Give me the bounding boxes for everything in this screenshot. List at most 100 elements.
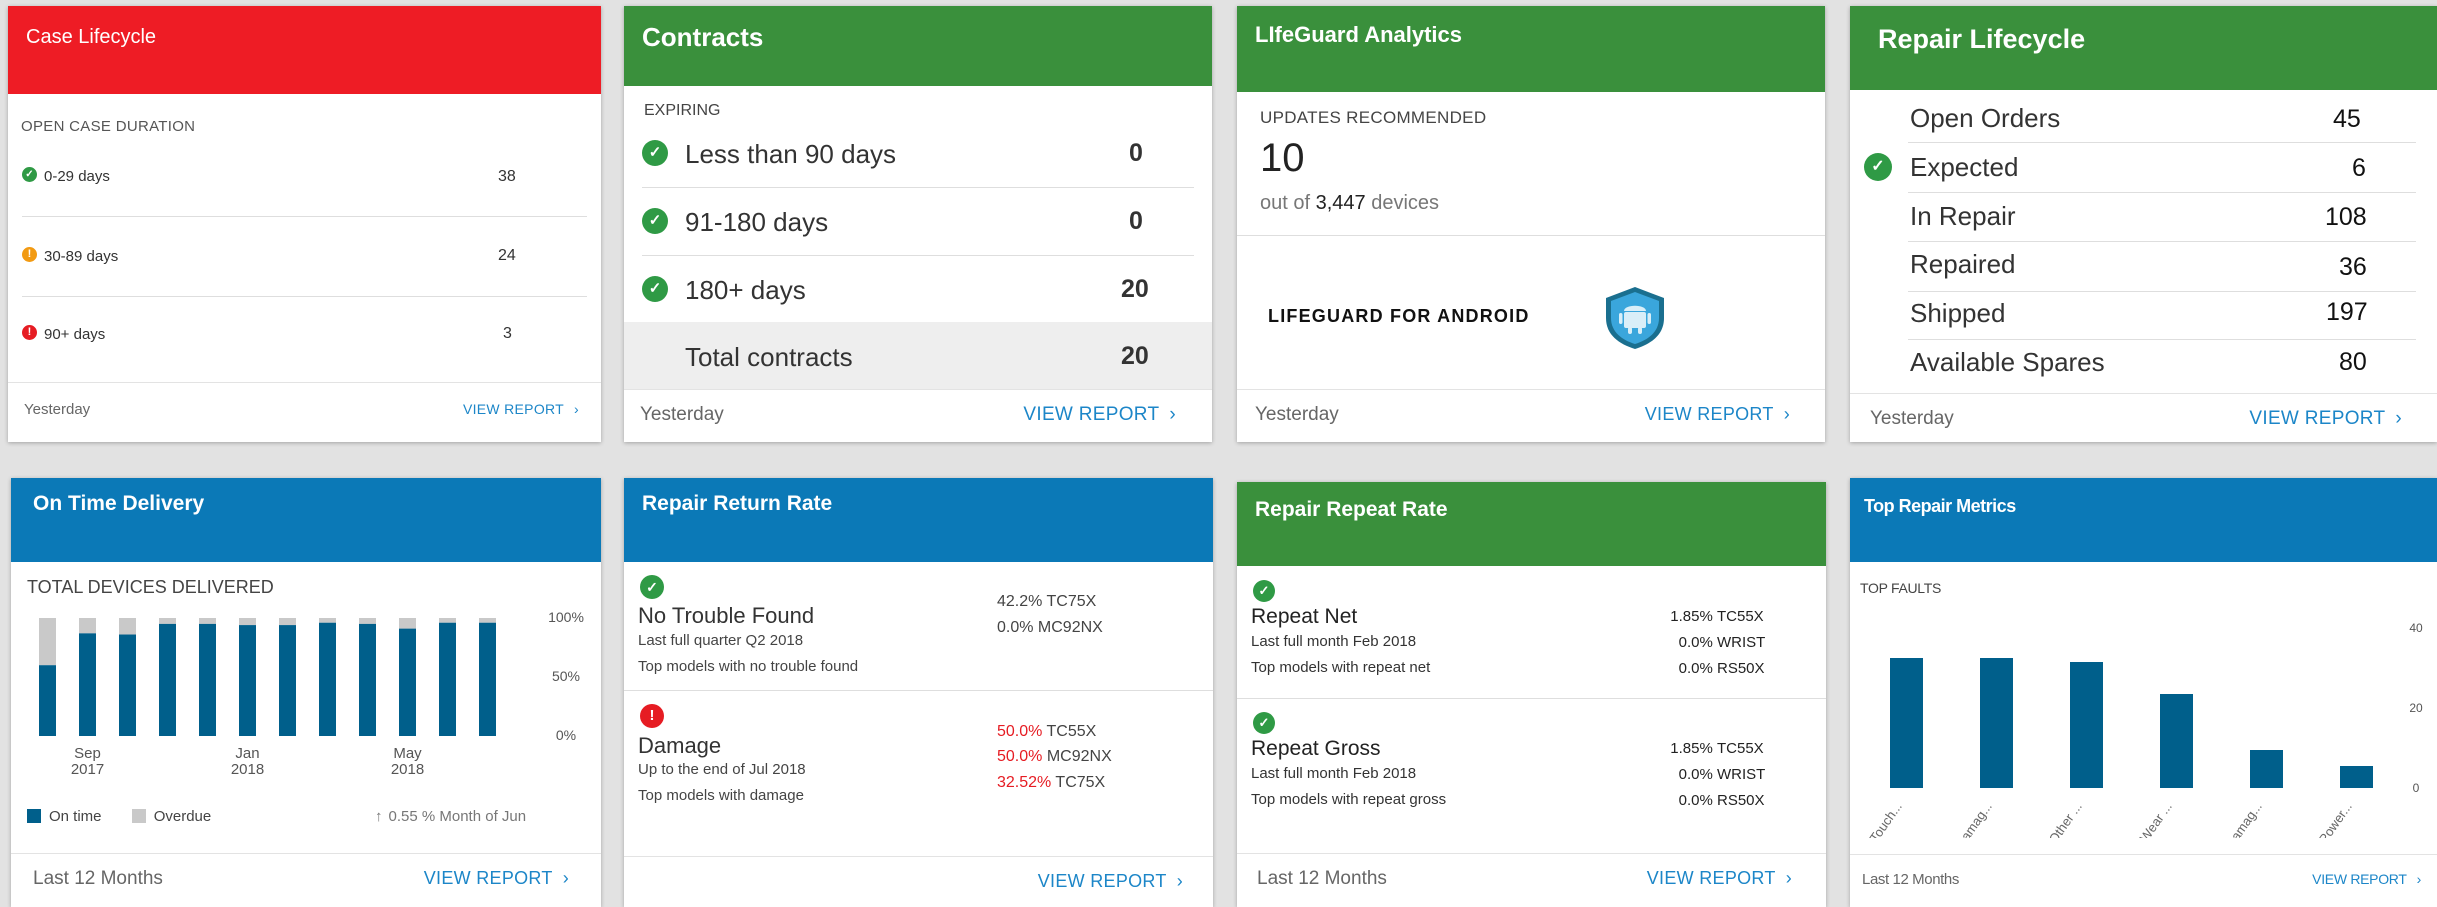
x-tick-label: May (393, 745, 422, 762)
bar-on-time (359, 623, 376, 736)
view-report-label: VIEW REPORT (2249, 408, 2386, 429)
card-footer: Yesterday VIEW REPORT › (624, 389, 1212, 442)
divider (1908, 291, 2416, 292)
model-pct: 32.52% (997, 774, 1052, 791)
total-value: 20 (1121, 342, 1149, 370)
view-report-link[interactable]: VIEW REPORT › (1645, 404, 1790, 425)
bar-on-time (239, 625, 256, 736)
card-footer: Last 12 Months VIEW REPORT › (1850, 854, 2437, 907)
error-icon: ! (22, 325, 37, 340)
x-tick-label: Other ... (2046, 799, 2085, 838)
check-circle-icon: ✓ (22, 167, 37, 182)
model-row: 50.0% TC55X (997, 723, 1096, 741)
lifeguard-header: LIfeGuard Analytics (1237, 6, 1825, 92)
card-footer: Last 12 Months VIEW REPORT › (11, 853, 601, 907)
x-tick-label: 2017 (71, 761, 104, 778)
view-report-link[interactable]: VIEW REPORT › (2249, 408, 2402, 430)
row-value: 108 (2325, 203, 2367, 231)
repair-return-header: Repair Return Rate (624, 478, 1213, 562)
check-circle-icon: ✓ (642, 208, 668, 234)
card-subtitle: TOTAL DEVICES DELIVERED (27, 577, 274, 597)
bar-on-time (199, 623, 216, 736)
model-row: 1.85% TC55X (1597, 740, 1777, 757)
view-report-link[interactable]: VIEW REPORT › (463, 401, 579, 417)
model-pct: 0.0% (997, 619, 1034, 636)
view-report-link[interactable]: VIEW REPORT › (1038, 871, 1183, 892)
android-label: LIFEGUARD FOR ANDROID (1268, 306, 1530, 326)
trend-text: ↑ 0.55 % Month of Jun (375, 808, 526, 825)
card-title: Contracts (642, 22, 764, 52)
row-value: 24 (498, 247, 516, 264)
model-row: 0.0% RS50X (1597, 660, 1777, 677)
view-report-label: VIEW REPORT (1023, 404, 1160, 425)
section-note: Top models with repeat net (1251, 659, 1431, 676)
row-label: 180+ days (685, 275, 806, 305)
view-report-link[interactable]: VIEW REPORT › (2312, 871, 2421, 887)
total-label: Total contracts (685, 342, 853, 372)
model-pct: 42.2% (997, 593, 1043, 610)
y-tick-label: 40 (2409, 621, 2423, 635)
model-pct: 0.0% (1678, 766, 1713, 783)
check-circle-icon: ✓ (640, 575, 664, 599)
row-value: 0 (1129, 139, 1143, 167)
model-pct: 1.85% (1670, 740, 1713, 757)
view-report-link[interactable]: VIEW REPORT › (1647, 868, 1792, 889)
chevron-right-icon: › (2416, 871, 2422, 887)
view-report-link[interactable]: VIEW REPORT › (424, 868, 569, 889)
bar-overdue (479, 618, 496, 623)
bar-overdue (199, 618, 216, 624)
model-name: TC55X (1717, 740, 1764, 757)
repair-return-card: Repair Return Rate ✓ No Trouble Found La… (624, 478, 1213, 907)
view-report-label: VIEW REPORT (1037, 871, 1167, 891)
row-value: 3 (503, 325, 512, 342)
row-label: Repaired (1910, 249, 2016, 279)
model-name: TC75X (1046, 593, 1097, 610)
row-label: Open Orders (1910, 103, 2061, 133)
y-tick-label: 100% (548, 609, 584, 625)
card-title: On Time Delivery (33, 492, 205, 515)
row-value: 197 (2326, 298, 2368, 326)
top-repair-header: Top Repair Metrics (1850, 478, 2437, 562)
check-circle-icon: ✓ (1253, 712, 1275, 734)
footer-period: Last 12 Months (1862, 871, 1959, 888)
row-value: 20 (1121, 275, 1149, 303)
model-pct: 0.0% (1678, 634, 1713, 651)
top-repair-card: Top Repair Metrics TOP FAULTS 40 20 0 Touc… (1850, 478, 2437, 907)
chevron-right-icon: › (1176, 871, 1183, 891)
check-circle-icon: ✓ (1253, 580, 1275, 602)
bar-on-time (279, 625, 296, 736)
x-tick-label: 2018 (231, 761, 264, 778)
bar-on-time (399, 628, 416, 736)
model-pct: 0.0% (1678, 660, 1713, 677)
repair-lifecycle-card: Repair Lifecycle Open Orders 45 ✓ Expect… (1850, 6, 2437, 442)
bar-on-time (479, 622, 496, 736)
bar-overdue (119, 618, 136, 635)
row-value: 45 (2333, 105, 2361, 133)
row-value: 38 (498, 168, 516, 185)
row-value: 36 (2339, 253, 2367, 281)
section-label: No Trouble Found (638, 603, 815, 628)
card-title: Top Repair Metrics (1864, 496, 2016, 516)
bar-overdue (39, 618, 56, 666)
bar-on-time (439, 622, 456, 736)
model-pct: 1.85% (1670, 608, 1713, 625)
faults-chart: 40 20 0 Touch... Damag... Other ... Wear ... D… (1867, 621, 2423, 838)
view-report-label: VIEW REPORT (423, 868, 553, 888)
on-time-delivery-card: On Time Delivery TOTAL DEVICES DELIVERED… (11, 478, 601, 907)
y-tick-label: 0% (556, 727, 576, 743)
section-label: Repeat Gross (1251, 737, 1381, 760)
repair-repeat-header: Repair Repeat Rate (1237, 482, 1826, 566)
card-title: Case Lifecycle (26, 26, 157, 48)
view-report-link[interactable]: VIEW REPORT › (1023, 404, 1176, 426)
model-pct: 50.0% (997, 748, 1043, 765)
row-value: 0 (1129, 207, 1143, 235)
fault-bar (2070, 662, 2103, 788)
model-row: 0.0% WRIST (1597, 634, 1777, 651)
fault-bar (2160, 694, 2193, 788)
model-row: 0.0% WRIST (1597, 766, 1777, 783)
section-note: Top models with repeat gross (1251, 791, 1447, 808)
total-row: Total contracts 20 (624, 322, 1212, 389)
section-note: Last full quarter Q2 2018 (638, 632, 804, 649)
contracts-header: Contracts (624, 6, 1212, 86)
model-name: TC55X (1046, 723, 1097, 740)
